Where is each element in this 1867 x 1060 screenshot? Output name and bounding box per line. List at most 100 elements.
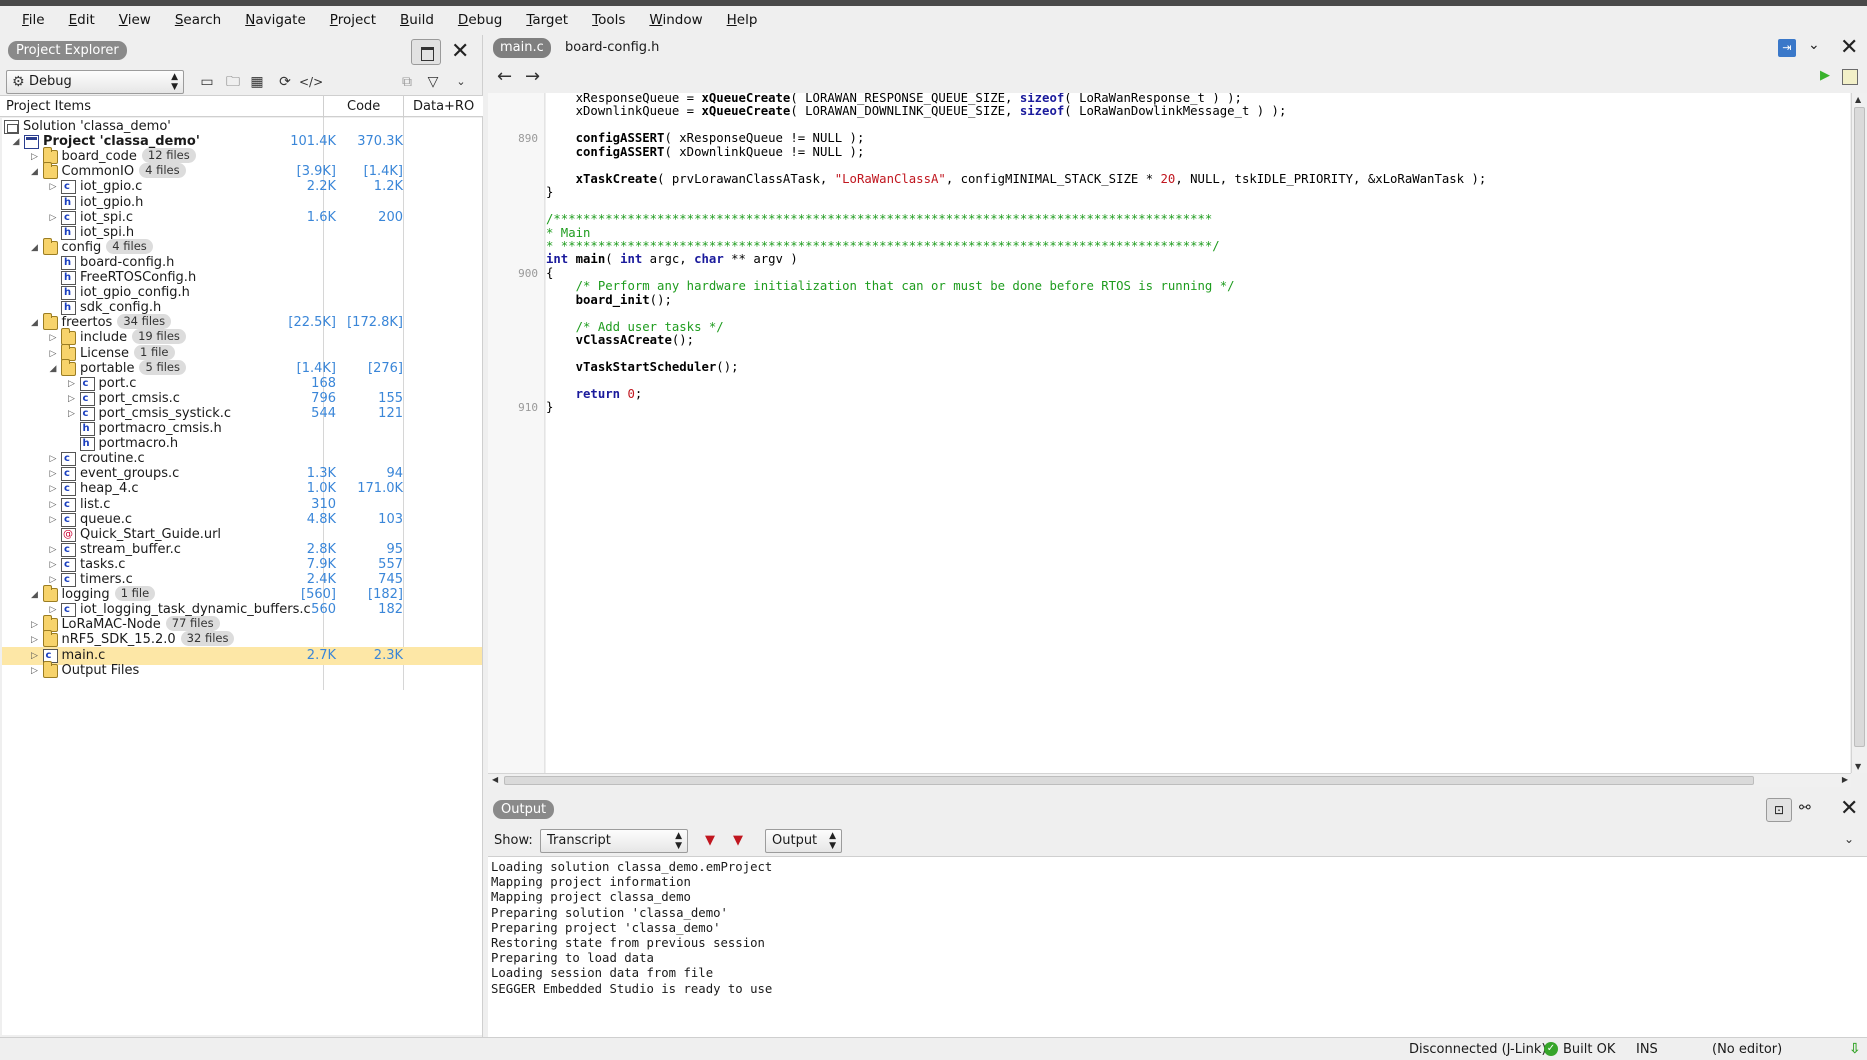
window-icon[interactable]: ▭ [196,71,218,93]
menu-window[interactable]: Window [637,6,714,35]
connection-status[interactable]: Disconnected (J-Link) [1409,1042,1546,1057]
code-token: ( xDownlinkQueue != NULL ); [664,144,865,159]
solution-icon [4,120,19,134]
refresh-icon[interactable]: ⟳ [274,71,296,93]
forward-arrow-icon[interactable]: → [525,66,540,87]
properties-icon[interactable]: ▦ [246,71,268,93]
tree-item-label: board-config.h [80,254,175,270]
menu-target[interactable]: Target [514,6,580,35]
menu-help[interactable]: Help [715,6,770,35]
tree-item-label: iot_gpio.h [80,194,144,210]
output-title[interactable]: Output [493,800,555,819]
folder-icon [42,630,58,648]
line-number-gutter: 890 900 910 [488,93,545,773]
build-status[interactable]: Built OK [1563,1042,1615,1057]
menu-label-rest: indow [662,12,703,28]
menu-label-rest: avigate [255,12,306,28]
c-file-icon [61,480,76,498]
close-panel-icon[interactable]: ✕ [451,39,469,65]
menu-file[interactable]: File [10,6,57,35]
show-label: Show: [494,833,533,848]
vertical-scrollbar[interactable]: ▲ ▼ [1851,93,1867,773]
menu-edit[interactable]: Edit [57,6,107,35]
code-view-icon[interactable]: </> [299,71,323,93]
filter-add-icon[interactable]: ▼ [705,833,715,848]
chevron-down-icon[interactable]: ⌄ [1844,832,1854,846]
menu-accelerator: W [649,12,663,28]
output-line: Mapping project classa_demo [491,890,691,905]
output-target-select[interactable]: Output ▲ ▼ [765,829,842,853]
c-file-icon [61,541,76,559]
scroll-right-icon[interactable]: ▶ [1842,775,1848,784]
filter-remove-icon[interactable]: ▼ [733,833,743,848]
download-icon[interactable]: ⇩ [1849,1041,1861,1057]
tree-item-label: sdk_config.h [80,300,162,316]
project-tree-header: Project Items Code Data+RO [0,95,483,118]
close-editor-icon[interactable]: ✕ [1840,35,1858,61]
editor-tab-bar: main.c board-config.h ⇥ ⌄ ✕ [488,35,1867,63]
code-token: char [694,252,724,267]
code-editor[interactable]: xResponseQueue = xQueueCreate( LORAWAN_R… [546,93,1850,773]
menu-accelerator: H [726,12,737,28]
run-icon[interactable]: ▶ [1820,68,1830,83]
column-code[interactable]: Code [347,99,380,114]
tree-item[interactable]: ▷ Output Files [2,660,482,680]
output-transcript[interactable]: Loading solution classa_demo.emProject Ma… [488,856,1867,1037]
menu-search[interactable]: Search [163,6,233,35]
show-select[interactable]: Transcript ▲ ▼ [540,829,688,853]
menu-navigate[interactable]: Navigate [233,6,318,35]
maximize-panel-button[interactable] [411,39,441,65]
close-output-icon[interactable]: ✕ [1840,796,1858,822]
menu-view[interactable]: View [107,6,163,35]
menu-label-rest: ebug [468,12,503,28]
tree-item-label: Solution 'classa_demo' [23,119,171,134]
clear-output-icon[interactable]: ⊡ [1766,798,1792,822]
format-icon[interactable] [1842,69,1858,85]
scroll-thumb[interactable] [504,776,1754,785]
collapsed-arrow-icon[interactable]: ▷ [29,662,41,680]
scroll-thumb[interactable] [1854,107,1865,747]
column-data-ro[interactable]: Data+RO [413,99,474,114]
chevron-down-icon[interactable]: ⌄ [450,71,472,93]
output-line: Restoring state from previous session [491,936,765,950]
chevron-down-icon[interactable]: ⌄ [1808,37,1820,53]
menu-accelerator: N [245,12,256,28]
collapse-icon[interactable]: ⧉ [396,71,418,93]
menu-build[interactable]: Build [388,6,446,35]
h-file-icon [79,435,95,453]
h-file-icon [79,420,95,438]
code-token: ; [634,386,643,401]
output-line: Preparing project 'classa_demo' [491,920,721,935]
configuration-select[interactable]: ⚙ Debug ▲ ▼ [6,70,184,94]
folder-open-icon[interactable]: 🗀 [222,71,244,93]
output-toolbar: Show: Transcript ▲ ▼ ▼ ▼ Output ▲ ▼ ⌄ [488,826,1867,856]
code-token: xQueueCreate [701,104,791,119]
c-file-icon [61,556,76,574]
filter-icon[interactable]: ▽ [422,71,444,93]
tab-board-config-h[interactable]: board-config.h [559,38,665,58]
menu-label-rest: uild [409,12,434,28]
c-file-icon [61,571,76,589]
document-list-icon[interactable]: ⇥ [1778,39,1796,57]
back-arrow-icon[interactable]: ← [497,66,512,87]
menu-accelerator: F [22,12,29,28]
line-number: 890 [518,132,538,146]
menu-project[interactable]: Project [318,6,388,35]
binoculars-icon[interactable]: ⚯ [1799,800,1811,816]
scroll-left-icon[interactable]: ◀ [492,775,498,784]
column-divider [403,96,404,118]
horizontal-scrollbar[interactable]: ◀ ▶ [488,773,1851,787]
scroll-up-icon[interactable]: ▲ [1855,95,1861,104]
tree-item-label: include [80,330,128,346]
file-count-badge: 1 file [134,344,175,360]
menu-tools[interactable]: Tools [580,6,637,35]
menu-debug[interactable]: Debug [446,6,514,35]
output-line: SEGGER Embedded Studio is ready to use [491,981,773,996]
column-project-items[interactable]: Project Items [6,99,91,114]
code-token: } [546,400,554,415]
scroll-down-icon[interactable]: ▼ [1855,762,1861,771]
project-explorer-title[interactable]: Project Explorer [8,41,127,60]
tab-main-c[interactable]: main.c [493,38,551,58]
line-number: 910 [518,401,538,415]
